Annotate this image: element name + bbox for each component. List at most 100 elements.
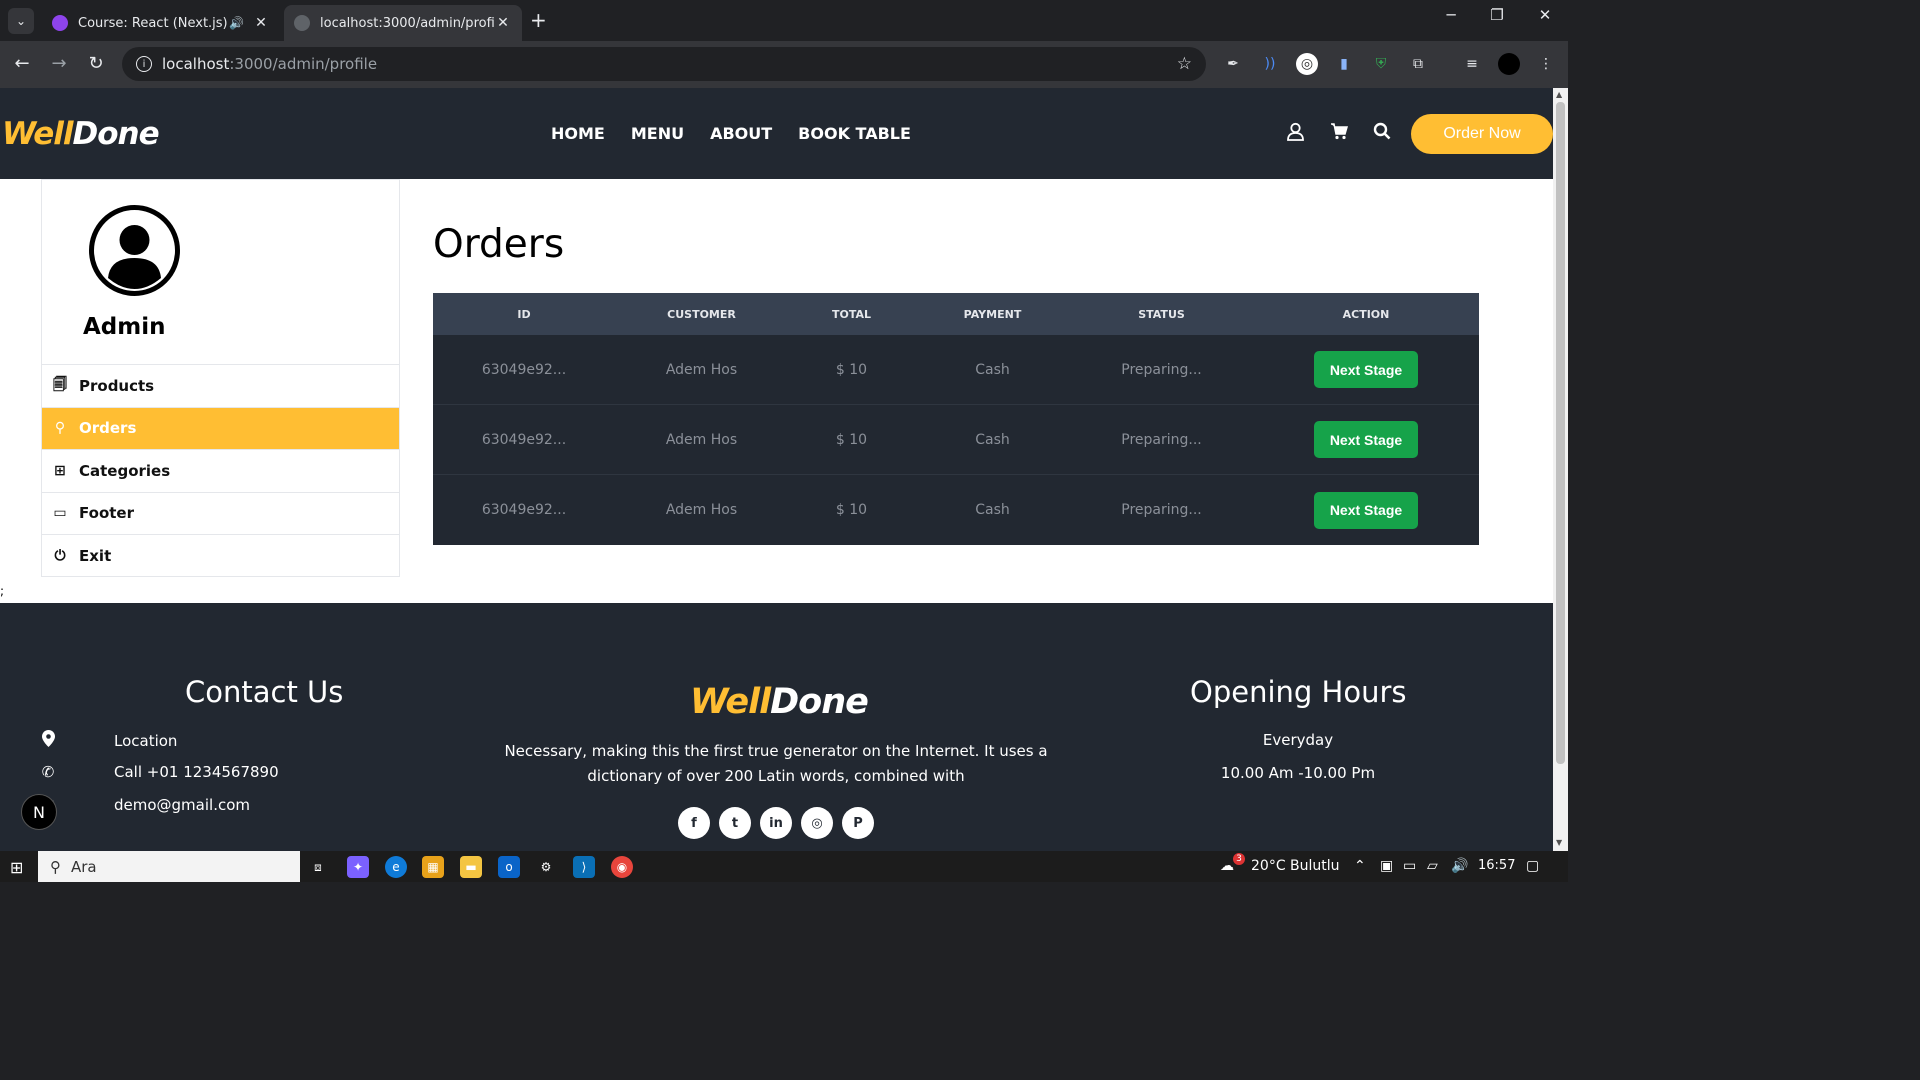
chevron-up-icon[interactable]: ⌃: [1354, 858, 1366, 874]
contact-title: Contact Us: [185, 675, 344, 709]
more-menu-icon[interactable]: ⋮: [1535, 53, 1557, 75]
taskbar-search[interactable]: ⚲ Ara: [38, 851, 300, 882]
sidebar-item-orders[interactable]: ⚲ Orders: [42, 406, 399, 449]
site-info-icon[interactable]: i: [136, 56, 152, 72]
copilot-icon[interactable]: ✦: [347, 856, 369, 878]
order-now-button[interactable]: Order Now: [1411, 114, 1553, 154]
media-control-icon[interactable]: ≡: [1461, 53, 1483, 75]
power-icon: ⏻: [54, 547, 66, 564]
restore-button[interactable]: ❐: [1474, 6, 1520, 24]
url-host: localhost: [162, 55, 230, 73]
nav-home[interactable]: HOME: [551, 124, 605, 143]
chrome-icon[interactable]: ◉: [611, 856, 633, 878]
sidebar-item-label: Exit: [79, 546, 112, 565]
table-row: 63049e92... Adem Hos $ 10 Cash Preparing…: [433, 335, 1479, 405]
wifi-extension-icon[interactable]: )): [1259, 53, 1281, 75]
network-icon[interactable]: ▱: [1427, 858, 1438, 874]
volume-icon[interactable]: 🔊: [1451, 858, 1468, 874]
footer-logo[interactable]: WellDone: [690, 682, 869, 722]
pinterest-icon[interactable]: P: [842, 807, 874, 839]
close-window-button[interactable]: ✕: [1522, 6, 1568, 24]
scroll-thumb[interactable]: [1556, 102, 1565, 764]
edge-icon[interactable]: e: [385, 856, 407, 878]
scroll-up-icon[interactable]: ▲: [1556, 90, 1562, 99]
action-cell: Next Stage: [1253, 421, 1479, 458]
stray-semicolon: ;: [0, 584, 5, 598]
order-id: 63049e92...: [481, 502, 567, 518]
sidebar-item-products[interactable]: 🗐 Products: [42, 364, 399, 407]
profile-avatar-icon[interactable]: [1498, 53, 1520, 75]
sidebar-item-exit[interactable]: ⏻ Exit: [42, 534, 399, 577]
action-cell: Next Stage: [1253, 351, 1479, 388]
eyedropper-extension-icon[interactable]: ✒: [1222, 53, 1244, 75]
speaker-icon[interactable]: 🔊: [229, 16, 244, 30]
outlook-icon[interactable]: o: [498, 856, 520, 878]
site-logo[interactable]: WellDone: [2, 116, 160, 152]
column-header: ACTION: [1342, 307, 1390, 321]
circle-extension-icon[interactable]: ◎: [1296, 53, 1318, 75]
facebook-icon[interactable]: f: [678, 807, 710, 839]
sidebar-item-footer[interactable]: ▭ Footer: [42, 491, 399, 535]
address-bar[interactable]: i localhost :3000/admin/profile ☆: [122, 47, 1206, 81]
next-stage-button[interactable]: Next Stage: [1314, 421, 1418, 458]
tab-search-button[interactable]: ⌄: [8, 8, 34, 34]
settings-icon[interactable]: ⚙: [535, 856, 557, 878]
browser-tab-course[interactable]: Course: React (Next.js) ile Fu 🔊 ✕: [42, 5, 280, 41]
tab-title: Course: React (Next.js) ile Fu: [78, 15, 229, 31]
nextjs-devtools-icon[interactable]: N: [21, 794, 57, 830]
clock[interactable]: 16:57: [1478, 858, 1515, 873]
logo-part-done: Done: [72, 116, 160, 152]
search-icon[interactable]: [1373, 122, 1391, 145]
browser-toolbar: ← → ↻ i localhost :3000/admin/profile ☆ …: [0, 41, 1568, 88]
sidebar-item-label: Categories: [79, 461, 171, 480]
windows-start-icon[interactable]: ⊞: [10, 858, 23, 877]
contact-email[interactable]: ✉ demo@gmail.com: [40, 796, 250, 814]
meet-now-icon[interactable]: ▣: [1380, 858, 1393, 874]
shield-extension-icon[interactable]: ⛨: [1370, 53, 1392, 75]
order-status: Preparing...: [1121, 361, 1202, 378]
linkedin-icon[interactable]: in: [760, 807, 792, 839]
puzzle-extensions-icon[interactable]: ⧉: [1407, 53, 1429, 75]
file-explorer-icon[interactable]: ▬: [460, 856, 482, 878]
nav-menu[interactable]: MENU: [631, 124, 684, 143]
contact-phone[interactable]: ✆ Call +01 1234567890: [40, 763, 279, 781]
new-tab-button[interactable]: +: [530, 8, 547, 32]
bookmark-star-icon[interactable]: ☆: [1177, 54, 1192, 74]
reload-icon[interactable]: ↻: [84, 53, 108, 74]
tab-favicon-icon: [52, 15, 68, 31]
task-view-icon[interactable]: ⧈: [307, 856, 329, 878]
forward-icon[interactable]: →: [47, 53, 71, 74]
tab-close-icon[interactable]: ✕: [494, 15, 512, 31]
sidebar-item-categories[interactable]: ⊞ Categories: [42, 449, 399, 492]
nav-about[interactable]: ABOUT: [710, 124, 772, 143]
contact-location[interactable]: Location: [40, 730, 177, 751]
next-stage-button[interactable]: Next Stage: [1314, 351, 1418, 388]
browser-tab-profile[interactable]: localhost:3000/admin/profile ✕: [284, 5, 522, 41]
minimize-button[interactable]: ─: [1428, 6, 1474, 24]
column-header: ID: [517, 307, 531, 321]
weather-icon[interactable]: ☁: [1220, 858, 1234, 874]
battery-icon[interactable]: ▭: [1403, 858, 1416, 874]
vscode-icon[interactable]: ⟩: [573, 856, 595, 878]
notification-icon[interactable]: ▢: [1526, 858, 1539, 874]
document-extension-icon[interactable]: ▮: [1333, 53, 1355, 75]
action-cell: Next Stage: [1253, 491, 1479, 529]
user-icon[interactable]: [1287, 122, 1304, 146]
hours-day: Everyday: [1262, 731, 1334, 749]
order-payment: Cash: [975, 502, 1010, 518]
table-row: 63049e92... Adem Hos $ 10 Cash Preparing…: [433, 475, 1479, 545]
back-icon[interactable]: ←: [10, 53, 34, 74]
nav-book-table[interactable]: BOOK TABLE: [798, 124, 911, 143]
taskbar-search-placeholder: Ara: [71, 857, 97, 876]
twitter-icon[interactable]: t: [719, 807, 751, 839]
browser-tabstrip: ⌄ Course: React (Next.js) ile Fu 🔊 ✕ loc…: [0, 0, 1568, 41]
scroll-down-icon[interactable]: ▼: [1556, 838, 1562, 847]
cart-icon[interactable]: [1330, 122, 1348, 145]
tab-close-icon[interactable]: ✕: [252, 15, 270, 31]
next-stage-button[interactable]: Next Stage: [1314, 491, 1418, 529]
instagram-icon[interactable]: ◎: [801, 807, 833, 839]
page-scrollbar[interactable]: ▲ ▼: [1553, 88, 1568, 851]
weather-text[interactable]: 20°C Bulutlu: [1251, 858, 1340, 874]
store-icon[interactable]: ▦: [422, 856, 444, 878]
order-total: $ 10: [835, 431, 868, 448]
